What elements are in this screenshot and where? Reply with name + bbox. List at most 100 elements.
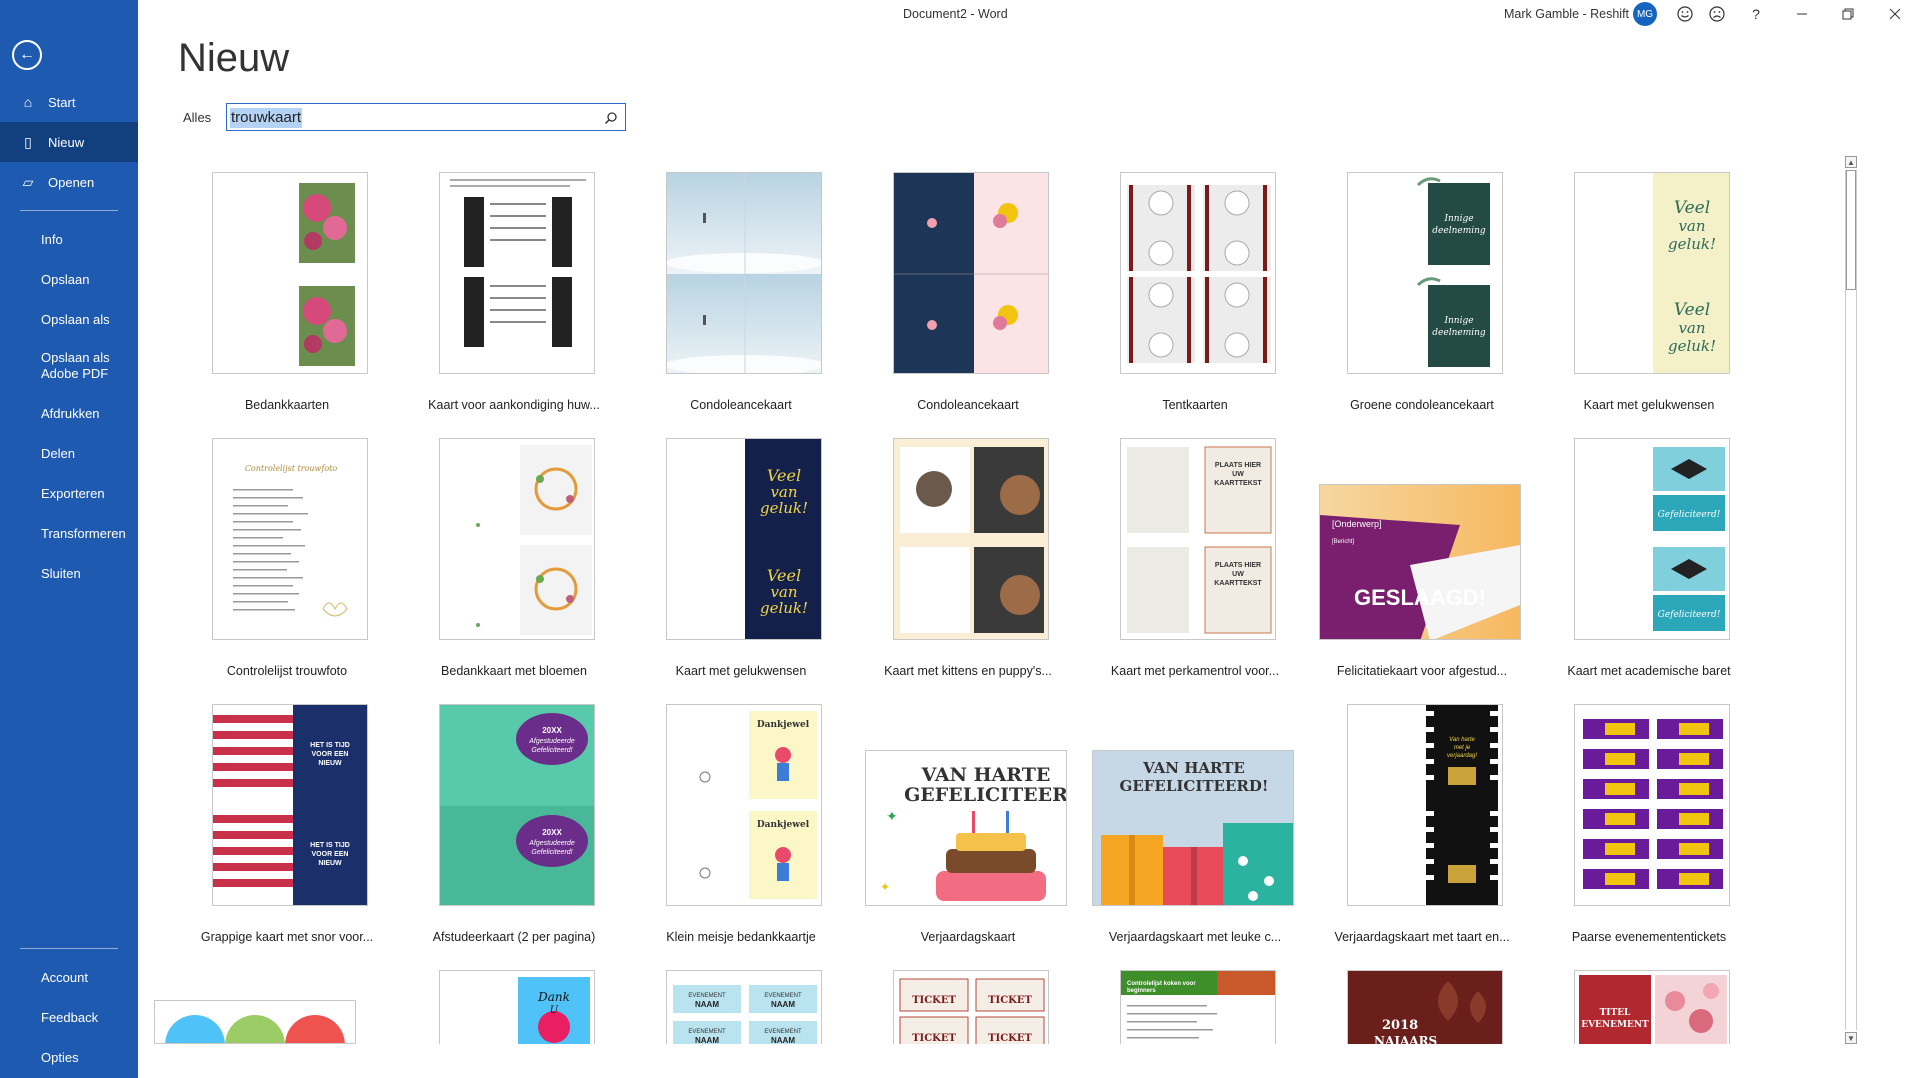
template-tile[interactable]: 20XX Afgestudeerde Gefeliciteerd! 20XX A…: [402, 704, 626, 954]
template-label: Tentkaarten: [1162, 398, 1228, 412]
nav-feedback[interactable]: Feedback: [0, 997, 138, 1037]
nav-openen[interactable]: ▱ Openen: [0, 162, 138, 202]
nav-info[interactable]: Info: [0, 219, 138, 259]
nav-opties[interactable]: Opties: [0, 1037, 138, 1077]
scroll-down-icon[interactable]: ▼: [1845, 1032, 1857, 1044]
nav-account[interactable]: Account: [0, 957, 138, 997]
window-title: Document2 - Word: [903, 7, 1008, 21]
restore-icon[interactable]: [1837, 3, 1859, 25]
template-tile[interactable]: Controlelijst koken voor beginners: [1083, 970, 1307, 1044]
template-tile[interactable]: EVENEMENT NAAM EVENEMENT NAAM EVENEMENT NAA…: [629, 970, 853, 1044]
template-tile[interactable]: Dankjewel Dankjewel Klein meisje bedankk…: [629, 704, 853, 954]
scroll-track[interactable]: [1845, 170, 1857, 1030]
nav-opslaan-als-pdf[interactable]: Opslaan als Adobe PDF: [0, 339, 138, 393]
svg-text:EVENEMENT: EVENEMENT: [764, 1029, 802, 1035]
template-label: Paarse evenemententickets: [1571, 930, 1727, 944]
svg-text:Van harte: Van harte: [1449, 737, 1475, 743]
template-tile[interactable]: Innige deelneming Innige deelneming Groe…: [1310, 172, 1534, 422]
template-tile[interactable]: Paarse evenemententickets: [1537, 704, 1761, 954]
svg-text:U: U: [550, 1005, 559, 1016]
nav-openen-label: Openen: [48, 174, 95, 190]
template-tile[interactable]: Bedankkaart met bloemen: [402, 438, 626, 688]
close-icon[interactable]: [1884, 3, 1906, 25]
svg-text:Gefeliciteerd!: Gefeliciteerd!: [1658, 510, 1721, 520]
svg-text:EVENEMENT: EVENEMENT: [1581, 1020, 1649, 1030]
nav-delen[interactable]: Delen: [0, 433, 138, 473]
user-name[interactable]: Mark Gamble - Reshift: [1504, 7, 1629, 21]
scroll-thumb[interactable]: [1846, 170, 1856, 290]
svg-text:NAAM: NAAM: [695, 1036, 719, 1044]
template-thumbnail: Controlelijst trouwfoto: [212, 438, 368, 640]
back-arrow-icon[interactable]: ←: [12, 40, 42, 70]
template-thumbnail: TITEL EVENEMENT: [1574, 970, 1730, 1044]
svg-text:VAN HARTE: VAN HARTE: [1142, 759, 1245, 777]
help-icon[interactable]: ?: [1745, 3, 1767, 25]
svg-text:Innige: Innige: [1443, 214, 1473, 224]
template-tile[interactable]: PLAATS HIER UW KAARTTEKST PLAATS HIER UW…: [1083, 438, 1307, 688]
template-tile[interactable]: Tentkaarten: [1083, 172, 1307, 422]
template-label: Grappige kaart met snor voor...: [200, 930, 374, 944]
svg-text:TICKET: TICKET: [912, 995, 956, 1006]
svg-text:geluk!: geluk!: [760, 499, 808, 517]
nav-afdrukken[interactable]: Afdrukken: [0, 393, 138, 433]
template-label: Bedankkaart met bloemen: [441, 664, 587, 678]
template-thumbnail: Veel van geluk! Veel van geluk!: [666, 438, 822, 640]
template-tile[interactable]: TICKET TICKET TICKET TICKET: [856, 970, 1080, 1044]
nav-nieuw-label: Nieuw: [48, 134, 85, 150]
template-tile[interactable]: HET IS TIJD VOOR EEN NIEUW HET IS TIJD V…: [175, 704, 399, 954]
template-tile[interactable]: Veel van geluk! Veel van geluk! Kaart me…: [629, 438, 853, 688]
svg-text:GEFELICITEER: GEFELICITEER: [904, 784, 1067, 806]
svg-text:TICKET: TICKET: [988, 995, 1032, 1006]
scroll-up-icon[interactable]: ▲: [1845, 156, 1857, 168]
template-tile[interactable]: Van harte met je verjaardag! Verjaardags…: [1310, 704, 1534, 954]
svg-text:EVENEMENT: EVENEMENT: [688, 1029, 726, 1035]
nav-opslaan[interactable]: Opslaan: [0, 259, 138, 299]
nav-transformeren[interactable]: Transformeren: [0, 513, 138, 553]
template-tile[interactable]: Kaart voor aankondiging huw...: [402, 172, 626, 422]
nav-start[interactable]: ⌂ Start: [0, 82, 138, 122]
smile-feedback-icon[interactable]: [1674, 3, 1696, 25]
search-selected-text: trouwkaart: [230, 108, 303, 128]
template-label: Groene condoleancekaart: [1350, 398, 1494, 412]
template-tile[interactable]: Condoleancekaart: [629, 172, 853, 422]
template-search-box[interactable]: trouwkaart: [226, 103, 626, 131]
svg-text:EVENEMENT: EVENEMENT: [688, 993, 726, 999]
template-tile[interactable]: [154, 970, 378, 1044]
template-label: Bedankkaarten: [244, 398, 330, 412]
template-tile[interactable]: Bedankkaarten: [175, 172, 399, 422]
template-label: Kaart met gelukwensen: [1583, 398, 1715, 412]
svg-text:HET IS TIJD: HET IS TIJD: [310, 742, 350, 749]
template-thumbnail: [1574, 704, 1730, 906]
nav-exporteren[interactable]: Exporteren: [0, 473, 138, 513]
frown-feedback-icon[interactable]: [1706, 3, 1728, 25]
nav-nieuw[interactable]: ▯ Nieuw: [0, 122, 138, 162]
search-icon[interactable]: [601, 108, 621, 128]
template-tile[interactable]: TITEL EVENEMENT: [1537, 970, 1761, 1044]
svg-text:20XX: 20XX: [542, 828, 562, 837]
nav-sluiten[interactable]: Sluiten: [0, 553, 138, 593]
template-scrollbar[interactable]: ▲ ▼: [1843, 156, 1859, 1044]
template-grid: Bedankkaarten Kaart voor aankondiging hu…: [138, 158, 1843, 1044]
nav-opslaan-als[interactable]: Opslaan als: [0, 299, 138, 339]
template-tile[interactable]: Controlelijst trouwfoto Controlelijst tr…: [175, 438, 399, 688]
avatar[interactable]: MG: [1633, 2, 1657, 26]
template-tile[interactable]: VAN HARTE GEFELICITEERD! Verjaardagskaar…: [1083, 704, 1307, 954]
template-tile[interactable]: Condoleancekaart: [856, 172, 1080, 422]
filter-all-link[interactable]: Alles: [183, 110, 211, 125]
graduation-message: [Bericht]: [1332, 539, 1354, 545]
template-tile[interactable]: Dank U: [402, 970, 626, 1044]
template-thumbnail: Van harte met je verjaardag!: [1347, 704, 1503, 906]
svg-text:KAARTTEKST: KAARTTEKST: [1214, 580, 1262, 587]
template-thumbnail: 2018 NAJAARS: [1347, 970, 1503, 1044]
template-tile[interactable]: [Onderwerp] [Bericht] GESLAAGD! Felicita…: [1310, 438, 1534, 688]
template-tile[interactable]: VAN HARTE GEFELICITEER ✦ ✦ Verjaardagskaa…: [856, 704, 1080, 954]
template-label: Kaart met kittens en puppy's...: [884, 664, 1052, 678]
template-tile[interactable]: Gefeliciteerd! Gefeliciteerd! Kaart met …: [1537, 438, 1761, 688]
template-tile[interactable]: Veel van geluk! Veel van geluk! Kaart me…: [1537, 172, 1761, 422]
svg-text:Dankjewel: Dankjewel: [757, 720, 810, 730]
minimize-icon[interactable]: [1791, 3, 1813, 25]
template-thumbnail: EVENEMENT NAAM EVENEMENT NAAM EVENEMENT NAA…: [666, 970, 822, 1044]
template-tile[interactable]: 2018 NAJAARS: [1310, 970, 1534, 1044]
template-tile[interactable]: Kaart met kittens en puppy's...: [856, 438, 1080, 688]
svg-text:2018: 2018: [1382, 1018, 1418, 1033]
